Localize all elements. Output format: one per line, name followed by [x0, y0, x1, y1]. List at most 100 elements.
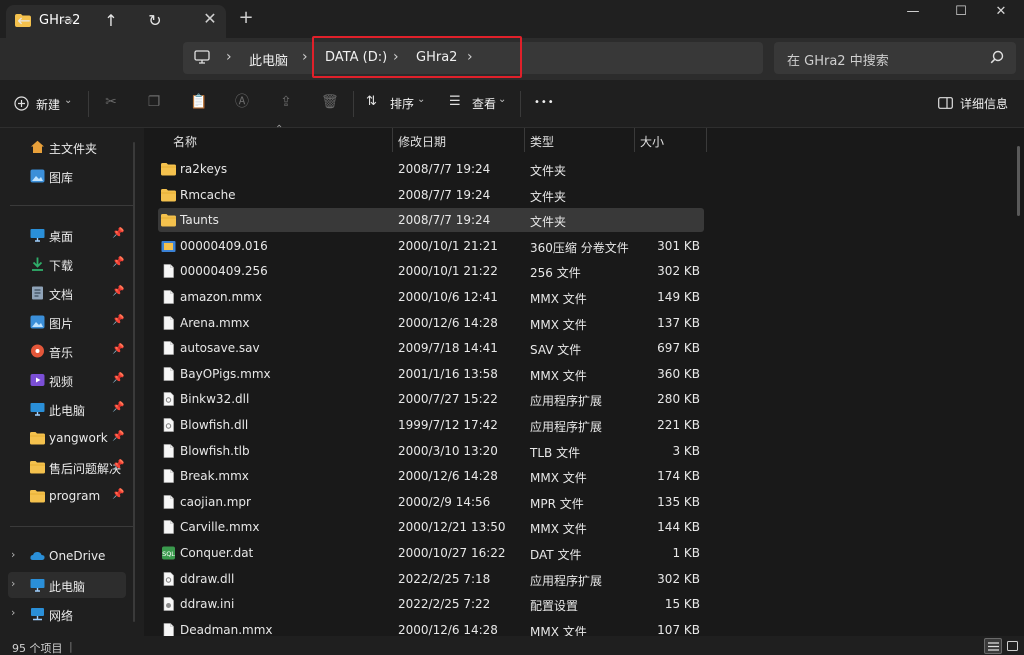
dll-icon — [161, 571, 176, 586]
column-header-name[interactable]: 名称 — [173, 133, 197, 150]
pin-icon: 📌 — [112, 373, 125, 384]
file-date: 2008/7/7 19:24 — [398, 187, 491, 202]
minimize-button[interactable]: — — [890, 0, 936, 24]
sidebar-divider — [10, 526, 134, 527]
sidebar-item-label: 文档 — [49, 288, 74, 302]
back-button[interactable]: ← — [12, 10, 36, 32]
new-button[interactable]: 新建 ⌄ — [12, 94, 78, 114]
close-window-button[interactable]: ✕ — [978, 0, 1024, 24]
column-divider[interactable] — [392, 128, 393, 152]
column-divider[interactable] — [706, 128, 707, 152]
sidebar-item-desktop[interactable]: 桌面 📌 — [8, 222, 126, 248]
file-name: caojian.mpr — [180, 494, 251, 509]
file-row[interactable]: Break.mmx 2000/12/6 14:28 MMX 文件 174 KB — [158, 464, 704, 488]
file-row[interactable]: amazon.mmx 2000/10/6 12:41 MMX 文件 149 KB — [158, 285, 704, 309]
column-divider[interactable] — [634, 128, 635, 152]
file-row[interactable]: Carville.mmx 2000/12/21 13:50 MMX 文件 144 KB — [158, 515, 704, 539]
file-row[interactable]: Taunts 2008/7/7 19:24 文件夹 — [158, 208, 704, 233]
file-row[interactable]: SQL Conquer.dat 2000/10/27 16:22 DAT 文件 1 KB — [158, 541, 704, 565]
file-type: MMX 文件 — [530, 317, 587, 332]
copy-icon[interactable]: ❐ — [146, 94, 162, 110]
sidebar-item-label: 视频 — [49, 375, 74, 389]
view-button[interactable]: ☰ 查看 ⌄ — [449, 94, 511, 114]
file-row[interactable]: Rmcache 2008/7/7 19:24 文件夹 — [158, 183, 704, 207]
folder-icon — [30, 431, 45, 445]
search-icon[interactable] — [990, 50, 1004, 64]
file-date: 2000/10/1 21:21 — [398, 238, 498, 253]
new-tab-button[interactable]: + — [236, 8, 256, 28]
sidebar-item-download[interactable]: 下载 📌 — [8, 251, 126, 277]
sidebar-item-gallery[interactable]: 图库 — [8, 163, 126, 189]
sidebar-divider — [10, 205, 134, 206]
pin-icon: 📌 — [112, 344, 125, 355]
file-row[interactable]: Arena.mmx 2000/12/6 14:28 MMX 文件 137 KB — [158, 311, 704, 335]
refresh-button[interactable]: ↻ — [143, 10, 167, 32]
tab-close-button[interactable]: ✕ — [200, 9, 220, 29]
file-type: 应用程序扩展 — [530, 420, 603, 434]
file-row[interactable]: Blowfish.tlb 2000/3/10 13:20 TLB 文件 3 KB — [158, 439, 704, 463]
sort-button[interactable]: ⇅ 排序 ⌄ — [366, 94, 428, 114]
paste-icon[interactable]: 📋 — [190, 94, 207, 110]
sidebar-item-this-pc[interactable]: 此电脑 📌 — [8, 396, 126, 422]
more-options-button[interactable]: ••• — [534, 97, 555, 108]
this-pc-icon — [30, 578, 45, 592]
sidebar-item-this-pc[interactable]: › 此电脑 — [8, 572, 126, 598]
folder-icon — [161, 188, 176, 202]
file-size: 3 KB — [672, 443, 700, 458]
file-date: 2000/10/1 21:22 — [398, 264, 498, 279]
tiles-view-button[interactable] — [1004, 638, 1022, 654]
file-name: ddraw.dll — [180, 571, 235, 586]
sidebar-item-pictures[interactable]: 图片 📌 — [8, 309, 126, 335]
file-row[interactable]: 00000409.256 2000/10/1 21:22 256 文件 302 KB — [158, 259, 704, 283]
forward-button[interactable]: → — [55, 10, 79, 32]
rename-icon[interactable]: Ⓐ — [234, 94, 250, 110]
file-row[interactable]: BayOPigs.mmx 2001/1/16 13:58 MMX 文件 360 KB — [158, 362, 704, 386]
sidebar-item-music[interactable]: 音乐 📌 — [8, 338, 126, 364]
up-button[interactable]: ↑ — [99, 10, 123, 32]
file-size: 360 KB — [657, 366, 700, 381]
details-view-button[interactable] — [984, 638, 1002, 654]
chevron-right-icon[interactable]: › — [11, 577, 15, 590]
file-row[interactable]: autosave.sav 2009/7/18 14:41 SAV 文件 697 KB — [158, 336, 704, 360]
column-divider[interactable] — [524, 128, 525, 152]
toolbar-divider — [88, 91, 89, 117]
sidebar-item-documents[interactable]: 文档 📌 — [8, 280, 126, 306]
share-icon[interactable]: ⇪ — [278, 94, 294, 110]
sidebar-scrollbar[interactable] — [133, 142, 135, 622]
file-row[interactable]: Blowfish.dll 1999/7/12 17:42 应用程序扩展 221 KB — [158, 413, 704, 437]
sidebar-item-onedrive[interactable]: › OneDrive — [8, 543, 126, 569]
sidebar-item-folder[interactable]: 售后问题解决 📌 — [8, 454, 126, 480]
file-name: 00000409.016 — [180, 238, 268, 253]
file-list-scrollbar[interactable] — [1017, 146, 1020, 216]
sidebar-item-folder[interactable]: yangwork 📌 — [8, 425, 126, 451]
file-type: 应用程序扩展 — [530, 394, 603, 409]
cut-icon[interactable]: ✂ — [103, 94, 119, 110]
file-row[interactable]: caojian.mpr 2000/2/9 14:56 MPR 文件 135 KB — [158, 490, 704, 514]
breadcrumb-this-pc[interactable]: 此电脑 — [249, 50, 288, 69]
chevron-right-icon[interactable]: › — [11, 548, 15, 561]
file-row[interactable]: ddraw.ini 2022/2/25 7:22 配置设置 15 KB — [158, 592, 704, 616]
file-row[interactable]: ra2keys 2008/7/7 19:24 文件夹 — [158, 157, 704, 181]
file-size: 137 KB — [657, 315, 700, 330]
delete-icon[interactable]: 🗑 — [321, 94, 339, 110]
file-icon — [161, 290, 176, 304]
column-header-date[interactable]: 修改日期 — [398, 133, 446, 150]
sidebar-item-videos[interactable]: 视频 📌 — [8, 367, 126, 393]
file-name: Arena.mmx — [180, 315, 250, 330]
details-pane-button[interactable]: 详细信息 — [938, 94, 1010, 114]
sidebar-item-folder[interactable]: program 📌 — [8, 483, 126, 509]
file-row[interactable]: 00000409.016 2000/10/1 21:21 360压缩 分卷文件 301… — [158, 234, 704, 258]
file-row[interactable]: ddraw.dll 2022/2/25 7:18 应用程序扩展 302 KB — [158, 567, 704, 591]
file-row[interactable]: Binkw32.dll 2000/7/27 15:22 应用程序扩展 280 KB — [158, 387, 704, 411]
details-pane-icon — [938, 97, 953, 109]
chevron-right-icon[interactable]: › — [11, 606, 15, 619]
sidebar-item-label: yangwork — [49, 431, 108, 445]
sidebar-item-home[interactable]: 主文件夹 — [8, 134, 126, 160]
column-header-type[interactable]: 类型 — [530, 133, 554, 150]
folder-icon — [161, 213, 176, 227]
sidebar-item-network[interactable]: › 网络 — [8, 601, 126, 627]
this-pc-icon — [30, 402, 45, 416]
file-name: Carville.mmx — [180, 520, 260, 535]
file-icon — [161, 315, 176, 330]
column-header-size[interactable]: 大小 — [640, 133, 664, 150]
